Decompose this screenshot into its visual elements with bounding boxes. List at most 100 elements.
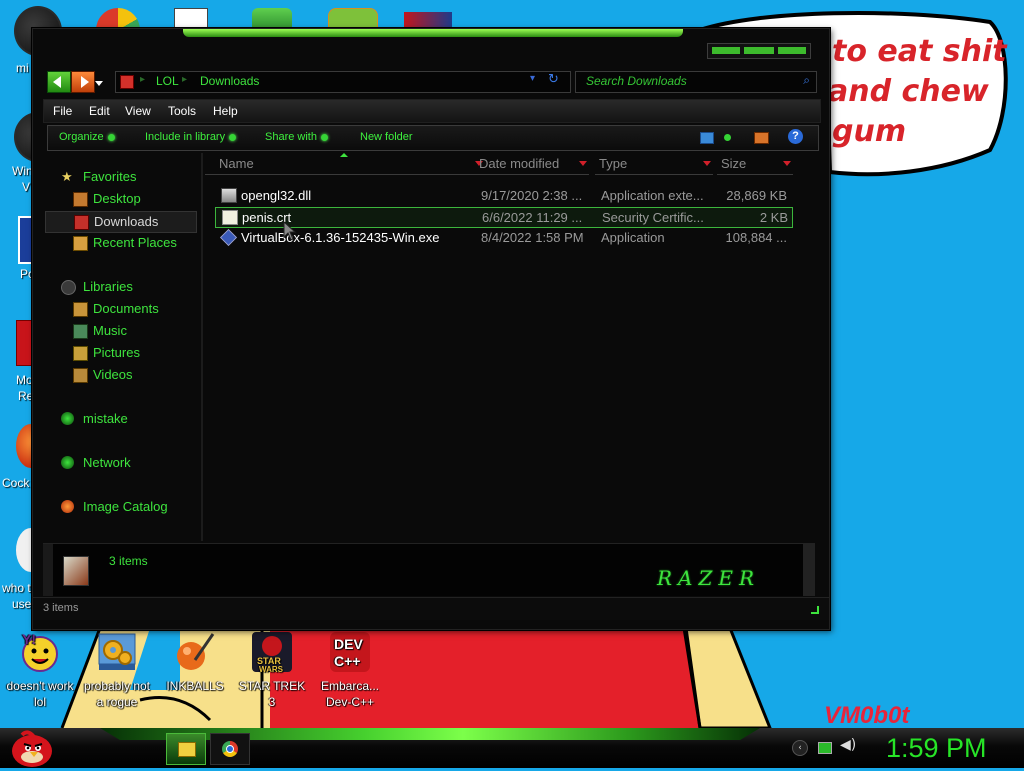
details-scroll-right[interactable] — [803, 544, 815, 596]
share-with-button[interactable]: Share with — [265, 131, 328, 143]
nav-music[interactable]: Music — [73, 321, 127, 341]
nav-libraries[interactable]: Libraries — [61, 277, 133, 297]
view-dropdown-dot-icon[interactable] — [724, 134, 731, 141]
desktop-label-partial[interactable]: V — [22, 179, 30, 195]
search-input[interactable]: Search Downloads — [586, 74, 687, 88]
preview-pane-icon[interactable] — [754, 132, 769, 144]
libraries-icon — [61, 280, 76, 295]
view-options-icon[interactable] — [700, 132, 714, 144]
address-bar[interactable]: ▸ LOL ▸ Downloads ▾ ↻ — [115, 71, 571, 93]
chrome-icon — [222, 741, 238, 757]
breadcrumb-downloads[interactable]: Downloads — [200, 74, 259, 88]
nav-label: Recent Places — [93, 235, 177, 250]
address-dropdown-icon[interactable]: ▾ — [530, 73, 535, 84]
nav-downloads[interactable]: Downloads — [45, 211, 197, 233]
menu-view[interactable]: View — [125, 104, 151, 118]
file-row-selected[interactable]: penis.crt 6/6/2022 11:29 ... Security Ce… — [215, 207, 793, 228]
resize-grip-icon[interactable] — [811, 606, 819, 614]
dev-cpp-icon: DEV C++ — [328, 630, 372, 674]
navigation-pane: ★ Favorites Desktop Downloads Recent Pla… — [43, 153, 203, 541]
column-header-size[interactable]: Size — [717, 154, 793, 175]
details-scroll-left[interactable] — [43, 544, 53, 596]
nav-documents[interactable]: Documents — [73, 299, 159, 319]
refresh-icon[interactable]: ↻ — [548, 72, 559, 87]
file-type: Security Certific... — [602, 210, 704, 225]
column-filter-icon[interactable] — [703, 161, 711, 166]
nav-label: Desktop — [93, 191, 141, 206]
file-row[interactable]: VirtualBox-6.1.36-152435-Win.exe 8/4/202… — [215, 228, 791, 247]
status-item-count: 3 items — [43, 602, 79, 614]
menu-edit[interactable]: Edit — [89, 104, 110, 118]
nav-pictures[interactable]: Pictures — [73, 343, 140, 363]
desktop-label-partial[interactable]: Mo — [16, 372, 33, 388]
menu-file[interactable]: File — [53, 104, 72, 118]
desktop-label-partial[interactable]: who t — [2, 580, 31, 596]
nav-image-catalog[interactable]: Image Catalog — [61, 497, 168, 517]
dropdown-dot-icon — [229, 133, 237, 141]
file-name: penis.crt — [242, 210, 292, 225]
desktop-icon-label: INKBALLS — [166, 679, 224, 693]
column-header-type[interactable]: Type — [595, 154, 713, 175]
taskbar-explorer-button[interactable] — [166, 733, 206, 765]
search-icon[interactable]: ⌕ — [803, 73, 810, 88]
nav-mistake[interactable]: mistake — [61, 409, 128, 429]
nav-desktop[interactable]: Desktop — [73, 189, 141, 209]
desktop-label-partial[interactable]: mi — [16, 60, 29, 76]
nav-videos[interactable]: Videos — [73, 365, 133, 385]
nav-label: Network — [83, 455, 131, 470]
desktop-label-partial[interactable]: use — [12, 596, 31, 612]
pane-splitter[interactable] — [201, 153, 203, 541]
desktop-label-partial[interactable]: Cock — [2, 475, 29, 491]
search-box[interactable]: Search Downloads ⌕ — [575, 71, 817, 93]
menu-tools[interactable]: Tools — [168, 104, 196, 118]
image-catalog-icon — [61, 500, 74, 513]
music-icon — [73, 324, 88, 339]
nav-favorites[interactable]: ★ Favorites — [61, 167, 136, 187]
network-tray-icon[interactable] — [818, 742, 832, 754]
column-header-name[interactable]: Name — [205, 154, 485, 175]
nav-label: Documents — [93, 301, 159, 316]
start-button[interactable] — [8, 729, 56, 767]
nav-network[interactable]: Network — [61, 453, 131, 473]
mouse-cursor-icon — [283, 221, 297, 241]
volume-icon[interactable]: ◀) — [840, 737, 856, 753]
column-type-label: Type — [599, 156, 628, 171]
close-button[interactable] — [778, 47, 806, 54]
file-row[interactable]: opengl32.dll 9/17/2020 2:38 ... Applicat… — [215, 186, 791, 205]
nav-label: Favorites — [83, 169, 137, 184]
angry-bird-icon — [12, 730, 52, 767]
desktop-label-partial[interactable]: Win — [12, 163, 33, 179]
nav-recent-places[interactable]: Recent Places — [73, 233, 177, 253]
new-folder-button[interactable]: New folder — [360, 131, 413, 143]
nav-label: mistake — [83, 411, 128, 426]
menu-help[interactable]: Help — [213, 104, 238, 118]
window-controls[interactable] — [707, 43, 811, 59]
signature-text: VM0b0t — [824, 702, 910, 729]
tray-expand-icon[interactable]: ‹ — [792, 740, 808, 756]
taskbar-clock[interactable]: 1:59 PM — [886, 733, 987, 764]
shield-icon[interactable] — [252, 8, 292, 30]
help-icon[interactable]: ? — [788, 129, 803, 144]
desktop-icon-yahoo[interactable]: Y! doesn't work lol — [2, 630, 78, 710]
desktop-icon-devcpp[interactable]: DEV C++ Embarca... Dev-C++ — [312, 630, 388, 710]
desktop-icon-inkballs[interactable]: INKBALLS — [157, 630, 233, 694]
maximize-button[interactable] — [744, 47, 774, 54]
taskbar-chrome-button[interactable] — [210, 733, 250, 765]
recent-pages-dropdown[interactable] — [95, 81, 103, 86]
minimize-button[interactable] — [712, 47, 740, 54]
forward-button[interactable] — [71, 71, 95, 93]
include-in-library-button[interactable]: Include in library — [145, 131, 237, 143]
nav-label: Libraries — [83, 279, 133, 294]
explorer-window[interactable]: ▸ LOL ▸ Downloads ▾ ↻ Search Downloads ⌕… — [32, 28, 830, 630]
desktop-icon-installer[interactable]: probably not a rogue — [79, 630, 155, 710]
organize-button[interactable]: Organize — [59, 131, 115, 143]
column-filter-icon[interactable] — [579, 161, 587, 166]
nav-label: Videos — [93, 367, 133, 382]
column-filter-icon[interactable] — [783, 161, 791, 166]
back-button[interactable] — [47, 71, 71, 93]
star-trek-icon: STAR WARS — [250, 630, 294, 674]
desktop-icon-startrek[interactable]: STAR WARS STAR TREK 3 — [234, 630, 310, 710]
column-header-date[interactable]: Date modified — [475, 154, 589, 175]
explorer-icon — [178, 742, 196, 757]
breadcrumb-lol[interactable]: LOL — [156, 74, 179, 88]
